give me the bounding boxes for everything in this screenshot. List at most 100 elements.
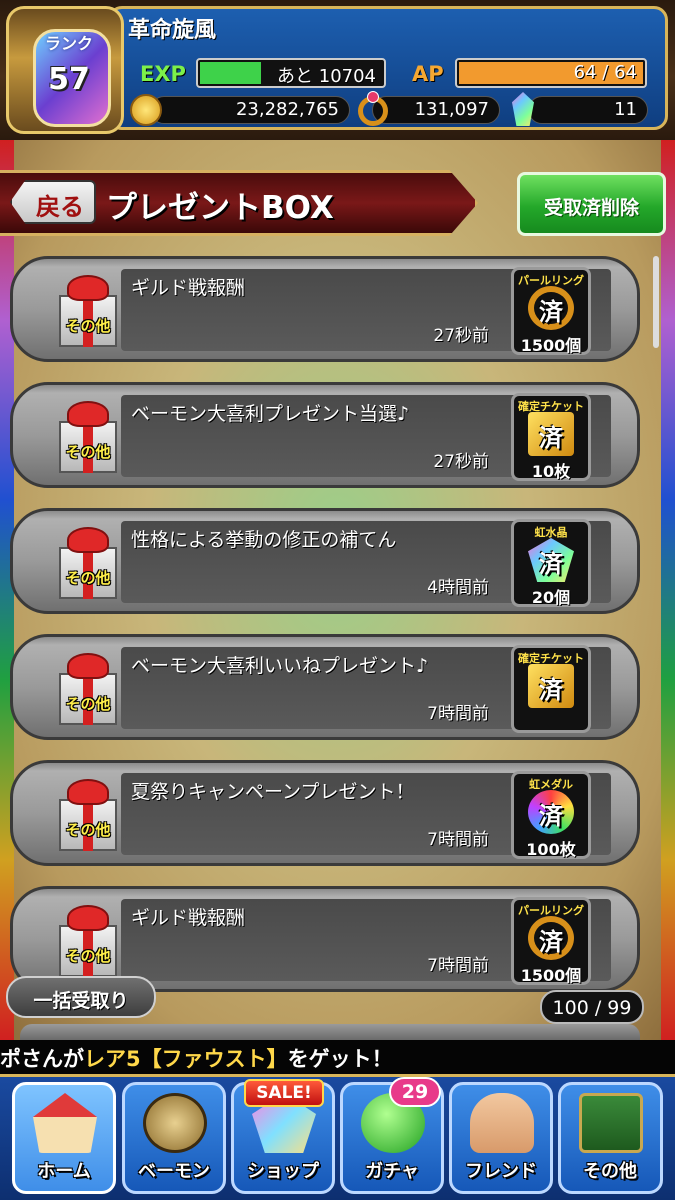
page-title: プレゼントBOX bbox=[106, 190, 334, 226]
ticker-highlight: レア5【ファウスト】 bbox=[84, 1047, 288, 1071]
gift-time: 27秒前 bbox=[433, 326, 489, 346]
received-stamp: 済 bbox=[539, 802, 563, 830]
gift-box-icon: その他 bbox=[55, 399, 121, 475]
reward-qty: 10枚 bbox=[531, 462, 571, 481]
rank-value: 57 bbox=[48, 62, 90, 97]
crystal-counter: 11 bbox=[528, 96, 648, 124]
book-icon bbox=[579, 1093, 643, 1153]
gift-box-icon: その他 bbox=[55, 273, 121, 349]
exp-remaining: あと 10704 bbox=[277, 66, 376, 87]
nav-home[interactable]: ホーム bbox=[12, 1082, 116, 1194]
nav-shop[interactable]: SALE! ショップ bbox=[231, 1079, 335, 1194]
gold-coin-icon bbox=[130, 94, 162, 126]
gift-title: 夏祭りキャンペーンプレゼント！ bbox=[131, 781, 415, 803]
receive-all-label: 一括受取り bbox=[33, 990, 129, 1012]
pearl-ring-value: 131,097 bbox=[414, 99, 489, 120]
gift-bow bbox=[67, 653, 109, 679]
ticker-message: ポさんがレア5【ファウスト】をゲット！ bbox=[0, 1043, 393, 1073]
sale-badge: SALE! bbox=[244, 1079, 324, 1107]
gift-time: 7時間前 bbox=[427, 956, 489, 976]
gift-category: その他 bbox=[65, 821, 111, 839]
gift-category: その他 bbox=[65, 317, 111, 335]
nav-friend-label: フレンド bbox=[465, 1161, 537, 1182]
gift-row[interactable]: その他 性格による挙動の修正の補てん 4時間前 虹水晶 済 20個 bbox=[10, 508, 640, 614]
back-button[interactable]: 戻る bbox=[10, 180, 96, 224]
right-rainbow-border bbox=[661, 140, 675, 1040]
ap-label: AP bbox=[412, 62, 444, 86]
gift-box-icon: その他 bbox=[55, 903, 121, 979]
nav-other[interactable]: その他 bbox=[558, 1082, 663, 1194]
gift-title: ベーモン大喜利いいねプレゼント♪ bbox=[131, 655, 429, 677]
reward-slot: パールリング 済 1500個 bbox=[511, 267, 591, 355]
gift-box-icon: その他 bbox=[55, 777, 121, 853]
bemon-medal-icon bbox=[143, 1093, 207, 1153]
reward-name: 虹水晶 bbox=[534, 526, 568, 539]
reward-qty: 1500個 bbox=[520, 336, 582, 355]
pearl-ring-counter: 131,097 bbox=[372, 96, 500, 124]
gift-bow bbox=[67, 779, 109, 805]
gift-box-icon: その他 bbox=[55, 525, 121, 601]
received-stamp: 済 bbox=[539, 928, 563, 956]
gift-category: その他 bbox=[65, 947, 111, 965]
gift-time: 4時間前 bbox=[427, 578, 489, 598]
scrollbar[interactable] bbox=[653, 256, 659, 348]
gift-title: ギルド戦報酬 bbox=[131, 277, 246, 299]
gift-category: その他 bbox=[65, 695, 111, 713]
reward-qty: 1500個 bbox=[520, 966, 582, 985]
gift-row[interactable]: その他 夏祭りキャンペーンプレゼント！ 7時間前 虹メダル 済 100枚 bbox=[10, 760, 640, 866]
reward-slot: パールリング 済 1500個 bbox=[511, 897, 591, 985]
ap-value: 64 / 64 bbox=[573, 62, 637, 83]
gift-bow bbox=[67, 275, 109, 301]
gold-counter: 23,282,765 bbox=[150, 96, 350, 124]
delete-received-label: 受取済削除 bbox=[543, 197, 639, 219]
received-stamp: 済 bbox=[539, 550, 563, 578]
news-ticker: ポさんがレア5【ファウスト】をゲット！ bbox=[0, 1040, 675, 1074]
received-stamp: 済 bbox=[539, 298, 563, 326]
exp-bar: あと 10704 bbox=[196, 58, 386, 88]
nav-gacha-label: ガチャ bbox=[365, 1161, 419, 1182]
ring-gem-icon bbox=[367, 91, 379, 103]
nav-other-label: その他 bbox=[583, 1161, 637, 1182]
nav-gacha[interactable]: 29 ガチャ bbox=[340, 1077, 444, 1194]
gift-title: 性格による挙動の修正の補てん bbox=[131, 529, 397, 551]
nav-home-label: ホーム bbox=[37, 1161, 91, 1182]
gift-category: その他 bbox=[65, 569, 111, 587]
reward-slot: 虹メダル 済 100枚 bbox=[511, 771, 591, 859]
nav-friend[interactable]: フレンド bbox=[449, 1082, 553, 1194]
gift-bow bbox=[67, 905, 109, 931]
back-label: 戻る bbox=[36, 193, 84, 221]
delete-received-button[interactable]: 受取済削除 bbox=[517, 172, 666, 236]
nav-bemon[interactable]: ベーモン bbox=[122, 1082, 226, 1194]
exp-bar-fill bbox=[200, 62, 262, 84]
gift-time: 7時間前 bbox=[427, 704, 489, 724]
gift-bow bbox=[67, 527, 109, 553]
gift-box-icon: その他 bbox=[55, 651, 121, 727]
handshake-icon bbox=[470, 1093, 534, 1153]
gift-row[interactable]: その他 ベーモン大喜利プレゼント当選♪ 27秒前 確定チケット 済 10枚 bbox=[10, 382, 640, 488]
reward-qty: 20個 bbox=[531, 588, 571, 607]
gift-row[interactable]: その他 ギルド戦報酬 27秒前 パールリング 済 1500個 bbox=[10, 256, 640, 362]
gift-bow bbox=[67, 401, 109, 427]
reward-slot: 虹水晶 済 20個 bbox=[511, 519, 591, 607]
gift-count-value: 100 / 99 bbox=[552, 997, 632, 1019]
gift-count: 100 / 99 bbox=[540, 990, 644, 1024]
ap-bar: 64 / 64 bbox=[455, 58, 647, 88]
gift-row[interactable]: その他 ベーモン大喜利いいねプレゼント♪ 7時間前 確定チケット 済 bbox=[10, 634, 640, 740]
ticker-prefix: ポさんが bbox=[0, 1047, 84, 1071]
reward-qty: 100枚 bbox=[526, 840, 576, 859]
nav-shop-label: ショップ bbox=[247, 1161, 319, 1182]
ticker-suffix: をゲット！ bbox=[287, 1047, 393, 1071]
exp-label: EXP bbox=[140, 62, 186, 86]
player-name: 革命旋風 bbox=[128, 18, 217, 43]
received-stamp: 済 bbox=[539, 424, 563, 452]
reward-slot: 確定チケット 済 bbox=[511, 645, 591, 733]
gacha-count-badge: 29 bbox=[389, 1077, 441, 1107]
gift-time: 27秒前 bbox=[433, 452, 489, 472]
nav-bemon-label: ベーモン bbox=[138, 1161, 210, 1182]
gift-title: ベーモン大喜利プレゼント当選♪ bbox=[131, 403, 410, 425]
house-icon bbox=[33, 1093, 97, 1153]
receive-all-button[interactable]: 一括受取り bbox=[6, 976, 156, 1018]
received-stamp: 済 bbox=[539, 676, 563, 704]
next-gift-row-partial[interactable] bbox=[20, 1024, 640, 1040]
gold-value: 23,282,765 bbox=[235, 99, 339, 120]
